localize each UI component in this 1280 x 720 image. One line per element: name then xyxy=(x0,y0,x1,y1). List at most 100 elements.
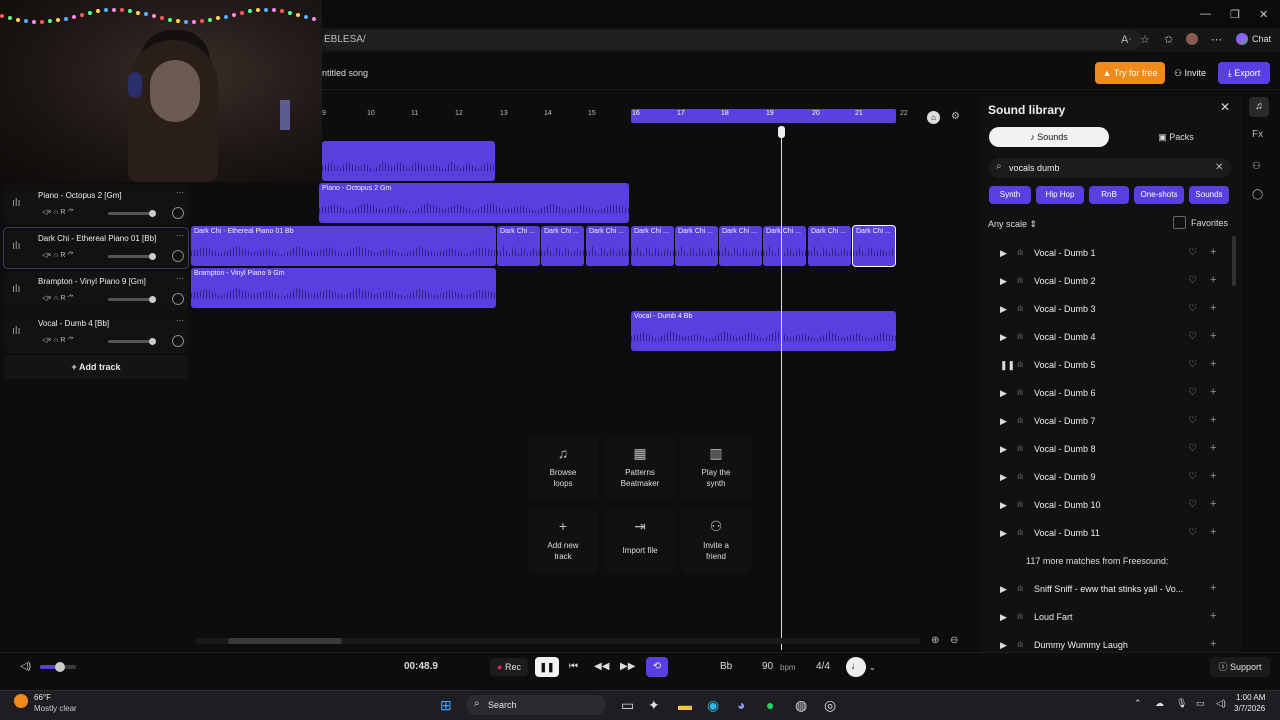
add-to-project-icon[interactable]: + xyxy=(1210,470,1216,482)
fx-icon[interactable]: ⺈ xyxy=(65,252,74,259)
play-icon[interactable]: ▶ xyxy=(1000,444,1007,455)
profile-avatar[interactable] xyxy=(1186,33,1198,45)
taskbar-search[interactable]: Search xyxy=(466,695,606,715)
favorite-heart-icon[interactable]: ♡ xyxy=(1188,387,1197,398)
master-volume-slider[interactable] xyxy=(40,662,76,672)
pause-button[interactable]: ❚❚ xyxy=(535,657,559,677)
chat-bubble-icon[interactable]: ◯ xyxy=(1252,189,1263,200)
sound-list-item[interactable]: ▶ ılı Vocal - Dumb 4 ♡ + xyxy=(988,324,1228,352)
sound-list-item[interactable]: ▶ ılı Loud Fart + xyxy=(988,604,1228,632)
favorite-heart-icon[interactable]: ♡ xyxy=(1188,331,1197,342)
track-menu-icon[interactable]: ⋯ xyxy=(176,274,184,283)
sound-list-item[interactable]: ▶ ılı Vocal - Dumb 2 ♡ + xyxy=(988,268,1228,296)
collab-icon[interactable]: ⚇ xyxy=(1252,161,1261,172)
sound-list-item[interactable]: ▶ ılı Vocal - Dumb 9 ♡ + xyxy=(988,464,1228,492)
add-track-button[interactable]: + Add track xyxy=(4,355,188,379)
sound-list-item[interactable]: ▶ ılı Vocal - Dumb 10 ♡ + xyxy=(988,492,1228,520)
favorite-heart-icon[interactable]: ♡ xyxy=(1188,275,1197,286)
url-field[interactable]: EBLESA/ xyxy=(322,30,1142,50)
fx-icon[interactable]: ⺈ xyxy=(65,209,74,216)
app-icon[interactable]: ◎ xyxy=(824,697,836,714)
volume-fader[interactable] xyxy=(108,338,156,345)
windows-start-icon[interactable]: ⊞ xyxy=(440,697,452,714)
favorite-heart-icon[interactable]: ♡ xyxy=(1188,303,1197,314)
edge-browser-icon[interactable]: ◉ xyxy=(707,697,719,714)
mute-icon[interactable]: ◁× xyxy=(42,252,53,259)
sound-name[interactable]: Vocal - Dumb 6 xyxy=(1034,388,1206,398)
track-header[interactable]: ılı Vocal - Dumb 4 [Bb] ⋯ ◁× ∩ R ⺈ xyxy=(4,313,188,353)
add-to-project-icon[interactable]: + xyxy=(1210,498,1216,510)
play-icon[interactable]: ▶ xyxy=(1000,584,1007,595)
play-synth-button[interactable]: ▥ Play the synth xyxy=(681,436,751,500)
pan-knob[interactable] xyxy=(172,293,184,305)
read-aloud-icon[interactable]: Aᐧ xyxy=(1121,33,1131,46)
playhead-handle[interactable] xyxy=(778,126,785,138)
mute-icon[interactable]: ◁× xyxy=(42,209,53,216)
add-to-project-icon[interactable]: + xyxy=(1210,442,1216,454)
play-icon[interactable]: ▶ xyxy=(1000,528,1007,539)
track-controls[interactable]: ◁× ∩ R ⺈ xyxy=(42,207,74,217)
sound-name[interactable]: Vocal - Dumb 5 xyxy=(1034,360,1206,370)
sound-name[interactable]: Vocal - Dumb 10 xyxy=(1034,500,1206,510)
favorite-heart-icon[interactable]: ♡ xyxy=(1188,359,1197,370)
audio-clip[interactable] xyxy=(322,141,495,181)
track-menu-icon[interactable]: ⋯ xyxy=(176,231,184,240)
track-header[interactable]: ılı Piano - Octopus 2 [Gm] ⋯ ◁× ∩ R ⺈ xyxy=(4,185,188,225)
fx-panel-icon[interactable]: Fx xyxy=(1252,129,1263,140)
sound-name[interactable]: Loud Fart xyxy=(1034,612,1206,622)
pan-knob[interactable] xyxy=(172,250,184,262)
weather-icon[interactable] xyxy=(14,694,28,708)
volume-icon[interactable]: ◁) xyxy=(1216,698,1226,709)
favorite-heart-icon[interactable]: ♡ xyxy=(1188,471,1197,482)
audio-clip[interactable]: Dark Chi ... xyxy=(675,226,718,266)
bpm-value[interactable]: 90 xyxy=(762,661,773,672)
mute-icon[interactable]: ◁× xyxy=(42,295,53,302)
weather-temp[interactable]: 66°F xyxy=(34,693,51,702)
pan-knob[interactable] xyxy=(172,207,184,219)
play-icon[interactable]: ▶ xyxy=(1000,612,1007,623)
copilot-icon[interactable] xyxy=(1236,33,1248,45)
sound-name[interactable]: Vocal - Dumb 8 xyxy=(1034,444,1206,454)
audio-clip[interactable]: Dark Chi ... xyxy=(497,226,540,266)
patterns-beatmaker-button[interactable]: ▦ Patterns Beatmaker xyxy=(605,436,675,500)
volume-fader[interactable] xyxy=(108,253,156,260)
play-icon[interactable]: ▶ xyxy=(1000,640,1007,651)
audio-clip[interactable]: Brampton - Vinyl Piano 9 Gm xyxy=(191,268,496,308)
sound-name[interactable]: Vocal - Dumb 9 xyxy=(1034,472,1206,482)
support-button[interactable]: ⓘ Support xyxy=(1210,657,1270,677)
more-options-icon[interactable]: ⋯ xyxy=(1211,33,1222,46)
sound-list-item[interactable]: ▶ ılı Vocal - Dumb 11 ♡ + xyxy=(988,520,1228,548)
sound-name[interactable]: Vocal - Dumb 11 xyxy=(1034,528,1206,538)
add-to-project-icon[interactable]: + xyxy=(1210,274,1216,286)
track-menu-icon[interactable]: ⋯ xyxy=(176,188,184,197)
sound-name[interactable]: Vocal - Dumb 3 xyxy=(1034,304,1206,314)
search-input[interactable]: vocals dumb xyxy=(989,158,1231,178)
skip-start-icon[interactable]: ⏮ xyxy=(569,661,578,672)
record-button[interactable]: ● Rec xyxy=(490,658,528,676)
export-button[interactable]: ⤓ Export xyxy=(1218,62,1270,84)
sound-list-item[interactable]: ▶ ılı Vocal - Dumb 1 ♡ + xyxy=(988,240,1228,268)
volume-fader[interactable] xyxy=(108,210,156,217)
add-to-project-icon[interactable]: + xyxy=(1210,358,1216,370)
favorite-heart-icon[interactable]: ♡ xyxy=(1188,247,1197,258)
tab-packs[interactable]: ▣ Packs xyxy=(1114,127,1238,147)
favorites-checkbox[interactable] xyxy=(1173,216,1186,229)
sound-list-item[interactable]: ▶ ılı Vocal - Dumb 6 ♡ + xyxy=(988,380,1228,408)
volume-fader[interactable] xyxy=(108,296,156,303)
filter-chip[interactable]: RnB xyxy=(1089,186,1129,204)
play-icon[interactable]: ▶ xyxy=(1000,388,1007,399)
audio-clip[interactable]: Dark Chi ... xyxy=(763,226,806,266)
fx-icon[interactable]: ⺈ xyxy=(65,295,74,302)
sound-list-item[interactable]: ▶ ılı Dummy Wummy Laugh + xyxy=(988,632,1228,660)
play-icon[interactable]: ▶ xyxy=(1000,276,1007,287)
track-header[interactable]: ılı Brampton - Vinyl Piano 9 [Gm] ⋯ ◁× ∩… xyxy=(4,271,188,311)
sound-list-item[interactable]: ❚❚ ılı Vocal - Dumb 5 ♡ + xyxy=(988,352,1228,380)
chevron-down-icon[interactable]: ⌄ xyxy=(869,663,876,672)
add-to-project-icon[interactable]: + xyxy=(1210,610,1216,622)
spotify-icon[interactable]: ● xyxy=(766,697,774,713)
favorites-bar-icon[interactable]: ✩ xyxy=(1164,33,1173,46)
steam-icon[interactable]: ◍ xyxy=(795,697,807,714)
sound-name[interactable]: Dummy Wummy Laugh xyxy=(1034,640,1206,650)
add-to-project-icon[interactable]: + xyxy=(1210,526,1216,538)
tab-sounds[interactable]: ♪ Sounds xyxy=(989,127,1109,147)
